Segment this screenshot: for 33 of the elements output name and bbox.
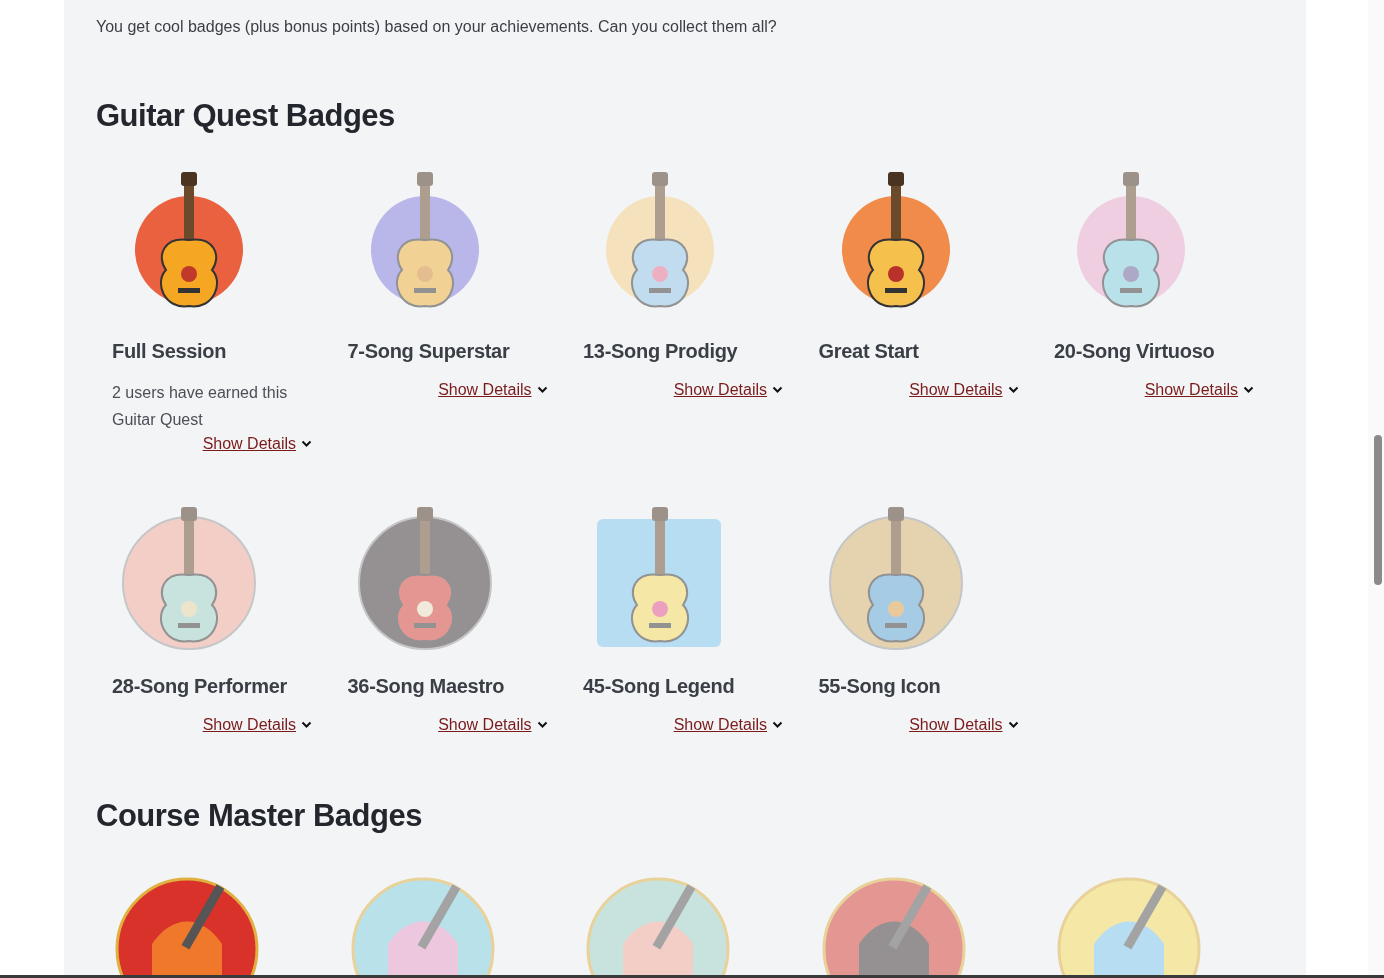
earned-count-text: 2 users have earned this Guitar Quest bbox=[112, 383, 289, 430]
chevron-down-icon bbox=[772, 386, 783, 394]
show-details-link[interactable]: Show Details bbox=[202, 435, 296, 453]
badge-title: 13-Song Prodigy bbox=[583, 340, 739, 363]
chevron-down-icon bbox=[1007, 721, 1019, 729]
chevron-down-icon bbox=[1007, 386, 1019, 394]
badge-title: 45-Song Legend bbox=[583, 675, 736, 698]
badge-title: 36-Song Maestro bbox=[347, 675, 506, 698]
scrollbar[interactable] bbox=[1368, 0, 1384, 978]
show-details-link[interactable]: Show Details bbox=[673, 381, 767, 399]
show-details-link[interactable]: Show Details bbox=[909, 381, 1003, 399]
chevron-down-icon bbox=[536, 721, 548, 729]
section-heading: Course Master Badges bbox=[96, 798, 423, 834]
badge-title: 20-Song Virtuoso bbox=[1054, 340, 1216, 363]
section-heading: Guitar Quest Badges bbox=[96, 98, 396, 134]
chevron-down-icon bbox=[301, 721, 312, 729]
chevron-down-icon bbox=[536, 386, 548, 394]
badge-title: Full Session bbox=[112, 340, 228, 363]
show-details-link[interactable]: Show Details bbox=[673, 716, 767, 734]
show-details-link[interactable]: Show Details bbox=[909, 716, 1003, 734]
show-details-link[interactable]: Show Details bbox=[438, 716, 532, 734]
show-details-link[interactable]: Show Details bbox=[1144, 381, 1238, 399]
badge-title: Great Start bbox=[818, 340, 920, 363]
badge-title: 7-Song Superstar bbox=[347, 340, 511, 363]
show-details-link[interactable]: Show Details bbox=[202, 716, 296, 734]
chevron-down-icon bbox=[1243, 386, 1254, 394]
badge-title: 55-Song Icon bbox=[818, 675, 942, 698]
chevron-down-icon bbox=[301, 440, 312, 448]
intro-text: You get cool badges (plus bonus points) based on your achievements. Can you collect them all? bbox=[96, 17, 778, 37]
scrollbar-thumb[interactable] bbox=[1374, 435, 1382, 585]
chevron-down-icon bbox=[772, 721, 783, 729]
show-details-link[interactable]: Show Details bbox=[438, 381, 532, 399]
badge-title: 28-Song Performer bbox=[112, 675, 288, 698]
